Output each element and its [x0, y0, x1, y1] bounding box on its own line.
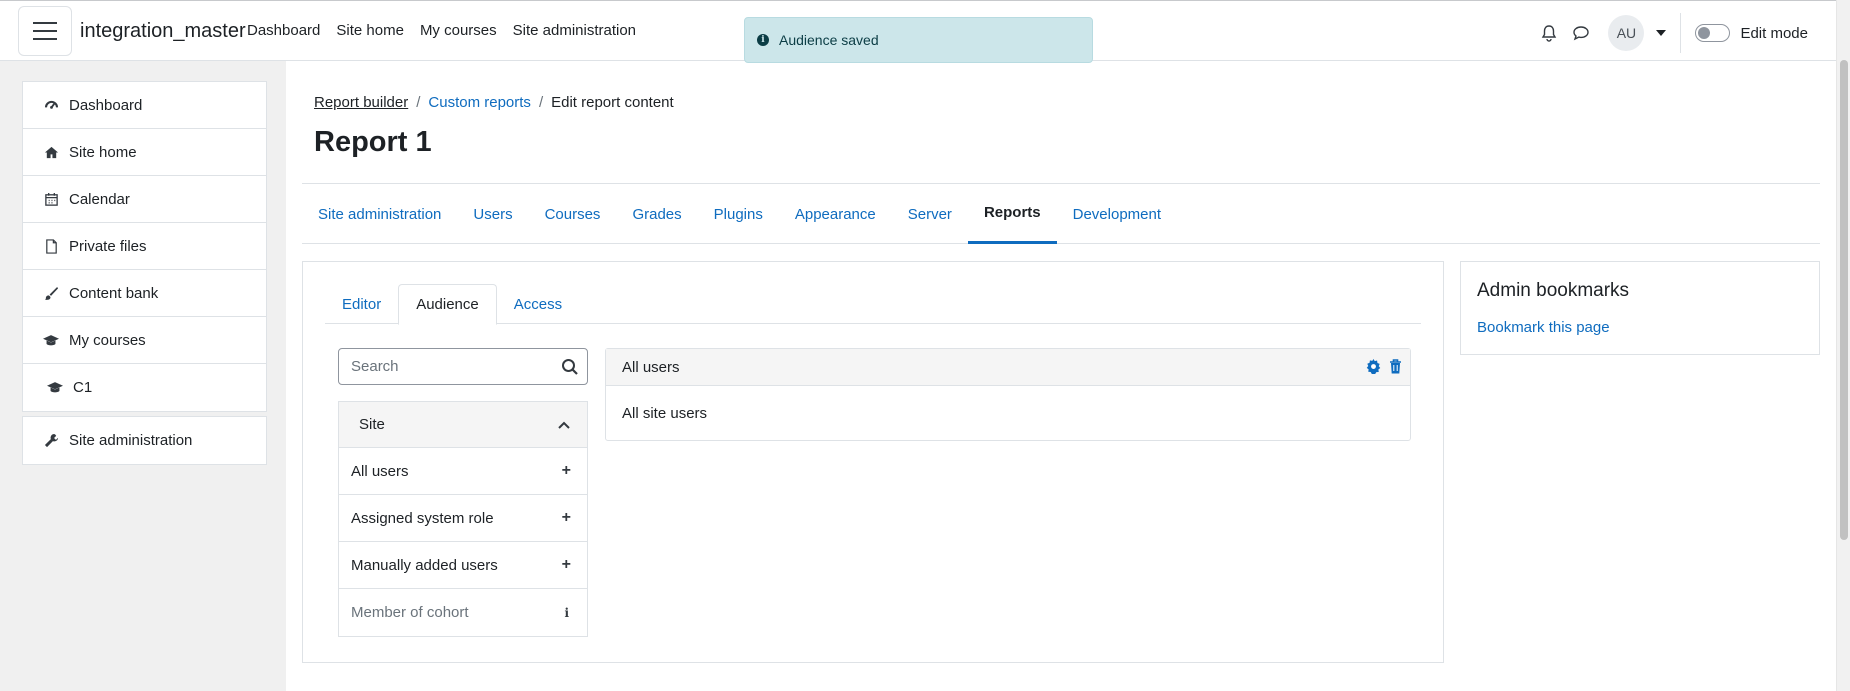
tab-grades[interactable]: Grades	[616, 184, 697, 244]
drawer-item-site-home[interactable]: Site home	[23, 129, 266, 176]
page-title: Report 1	[314, 126, 432, 158]
navbar-divider	[1680, 13, 1682, 53]
user-menu-caret-icon[interactable]	[1656, 30, 1667, 36]
search-input[interactable]: Search	[338, 348, 588, 385]
audience-card-actions	[1366, 359, 1402, 374]
scrollbar-thumb[interactable]	[1840, 60, 1848, 540]
plus-icon[interactable]: +	[562, 510, 571, 526]
audience-option-label: Assigned system role	[351, 509, 494, 527]
drawer-item-label: Dashboard	[69, 96, 143, 114]
audience-option-member-of-cohort: Member of cohort i	[339, 589, 587, 636]
audience-card-header: All users	[606, 349, 1410, 386]
file-icon	[43, 238, 59, 254]
info-icon[interactable]: i	[564, 606, 569, 620]
breadcrumb-report-builder[interactable]: Report builder	[314, 94, 408, 111]
accordion-section-site[interactable]: Site	[339, 402, 587, 448]
drawer-item-label: Site home	[69, 143, 137, 161]
audience-option-label: Manually added users	[351, 556, 498, 574]
tab-site-administration[interactable]: Site administration	[302, 184, 457, 244]
nav-site-administration[interactable]: Site administration	[513, 22, 636, 39]
audience-option-label: All users	[351, 462, 409, 480]
secondary-navigation: Site administration Users Courses Grades…	[302, 184, 1820, 244]
toast-notification: i Audience saved	[744, 17, 1093, 63]
toast-message: Audience saved	[779, 32, 879, 48]
tab-development[interactable]: Development	[1057, 184, 1177, 244]
tab-audience[interactable]: Audience	[398, 284, 497, 325]
audience-option-label: Member of cohort	[351, 604, 469, 621]
drawer-item-course-c1[interactable]: C1	[23, 364, 266, 411]
notifications-bell-icon[interactable]	[1540, 24, 1558, 42]
breadcrumb-current: Edit report content	[551, 94, 674, 111]
search-icon[interactable]	[561, 358, 579, 376]
tab-access[interactable]: Access	[497, 284, 579, 324]
nav-dashboard[interactable]: Dashboard	[247, 22, 320, 39]
navbar-user-area: AU Edit mode	[1540, 13, 1808, 53]
site-name[interactable]: integration_master	[80, 20, 246, 43]
audience-option-all-users[interactable]: All users +	[339, 448, 587, 495]
tab-users[interactable]: Users	[457, 184, 528, 244]
plus-icon[interactable]: +	[562, 557, 571, 573]
tab-editor[interactable]: Editor	[325, 284, 398, 324]
dashboard-icon	[43, 97, 59, 113]
settings-gear-icon[interactable]	[1366, 359, 1381, 374]
page-scrollbar[interactable]	[1836, 0, 1850, 691]
audience-instance-card: All users All site users	[605, 348, 1411, 441]
edit-mode-label: Edit mode	[1740, 24, 1808, 42]
tab-courses[interactable]: Courses	[529, 184, 617, 244]
tab-appearance[interactable]: Appearance	[779, 184, 892, 244]
messages-chat-icon[interactable]	[1572, 24, 1590, 42]
drawer-nav-list: Dashboard Site home Calendar Private fil…	[22, 81, 267, 412]
edit-mode-toggle[interactable]	[1695, 24, 1731, 42]
chevron-up-icon[interactable]	[557, 418, 571, 432]
home-icon	[43, 144, 59, 160]
drawer-item-site-administration[interactable]: Site administration	[23, 417, 266, 464]
wrench-icon	[43, 433, 59, 449]
hamburger-menu-button[interactable]	[18, 6, 72, 56]
drawer-item-label: My courses	[69, 331, 146, 349]
drawer-item-my-courses[interactable]: My courses	[23, 317, 266, 364]
brush-icon	[43, 285, 59, 301]
breadcrumb-custom-reports[interactable]: Custom reports	[428, 94, 531, 111]
tab-plugins[interactable]: Plugins	[698, 184, 779, 244]
breadcrumb: Report builder / Custom reports / Edit r…	[314, 94, 674, 111]
info-icon: i	[757, 34, 769, 46]
nav-site-home[interactable]: Site home	[336, 22, 404, 39]
audience-option-assigned-system-role[interactable]: Assigned system role +	[339, 495, 587, 542]
graduation-cap-icon	[47, 380, 63, 396]
plus-icon[interactable]: +	[562, 463, 571, 479]
audience-card-body: All site users	[622, 405, 708, 422]
search-placeholder: Search	[351, 358, 399, 375]
audience-card-title: All users	[622, 358, 680, 376]
report-tabs: Editor Audience Access	[325, 284, 1421, 325]
user-avatar[interactable]: AU	[1608, 15, 1645, 51]
drawer-item-label: C1	[73, 379, 93, 396]
primary-navigation: Dashboard Site home My courses Site admi…	[247, 22, 636, 39]
course-index-drawer: Dashboard Site home Calendar Private fil…	[0, 61, 286, 691]
tab-reports[interactable]: Reports	[967, 184, 1057, 244]
breadcrumb-separator: /	[538, 94, 544, 111]
accordion-section-label: Site	[359, 416, 385, 433]
drawer-item-label: Site administration	[69, 432, 193, 449]
breadcrumb-separator: /	[416, 94, 421, 111]
report-editor-card: Editor Audience Access Search Site All u…	[302, 261, 1444, 663]
drawer-item-dashboard[interactable]: Dashboard	[23, 82, 266, 129]
graduation-cap-icon	[43, 332, 59, 348]
drawer-item-label: Content bank	[69, 284, 159, 302]
nav-my-courses[interactable]: My courses	[420, 22, 497, 39]
block-title: Admin bookmarks	[1477, 280, 1630, 301]
audience-type-accordion: Site All users + Assigned system role + …	[338, 401, 588, 637]
bookmark-this-page-link[interactable]: Bookmark this page	[1477, 319, 1610, 336]
audience-option-manually-added-users[interactable]: Manually added users +	[339, 542, 587, 589]
drawer-item-label: Private files	[69, 237, 147, 255]
drawer-item-content-bank[interactable]: Content bank	[23, 270, 266, 317]
drawer-item-calendar[interactable]: Calendar	[23, 176, 266, 223]
drawer-item-private-files[interactable]: Private files	[23, 223, 266, 270]
drawer-item-label: Calendar	[69, 190, 130, 208]
drawer-admin-list: Site administration	[22, 416, 267, 465]
delete-trash-icon[interactable]	[1389, 359, 1402, 374]
admin-bookmarks-block: Admin bookmarks Bookmark this page	[1460, 261, 1820, 355]
tab-server[interactable]: Server	[892, 184, 968, 244]
calendar-icon	[43, 191, 59, 207]
